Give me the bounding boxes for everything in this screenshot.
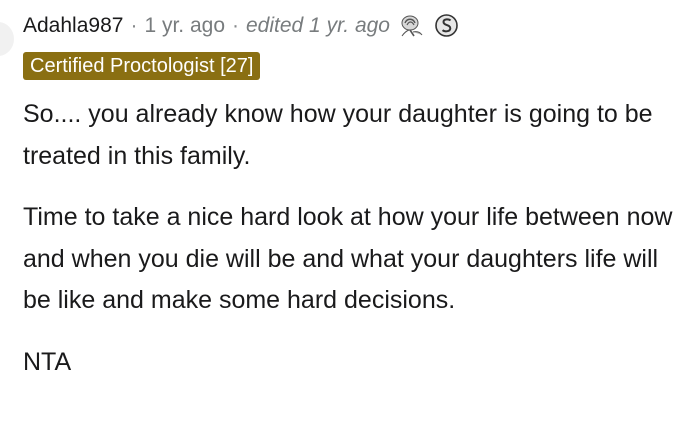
silver-rose-award-icon[interactable]: [398, 12, 425, 39]
silver-s-award-icon[interactable]: [433, 12, 460, 39]
comment-paragraph-3: NTA: [23, 347, 72, 376]
comment-paragraph-1: So.... you already know how your daughte…: [23, 100, 653, 170]
comment-meta: Adahla987 · 1 yr. ago · edited 1 yr. ago: [23, 10, 460, 40]
comment-body: So.... you already know how your daughte…: [23, 94, 673, 403]
comment: Adahla987 · 1 yr. ago · edited 1 yr. ago…: [23, 0, 688, 440]
comment-timestamp-link[interactable]: 1 yr. ago: [144, 15, 225, 36]
meta-separator-1: ·: [130, 13, 138, 37]
collapse-thread-edge[interactable]: [0, 22, 14, 56]
user-flair-badge: Certified Proctologist [27]: [23, 52, 261, 80]
edited-timestamp: edited 1 yr. ago: [246, 13, 390, 37]
username-link[interactable]: Adahla987: [23, 15, 123, 36]
comment-paragraph-2: Time to take a nice hard look at how you…: [23, 203, 673, 314]
meta-separator-2: ·: [232, 13, 239, 37]
